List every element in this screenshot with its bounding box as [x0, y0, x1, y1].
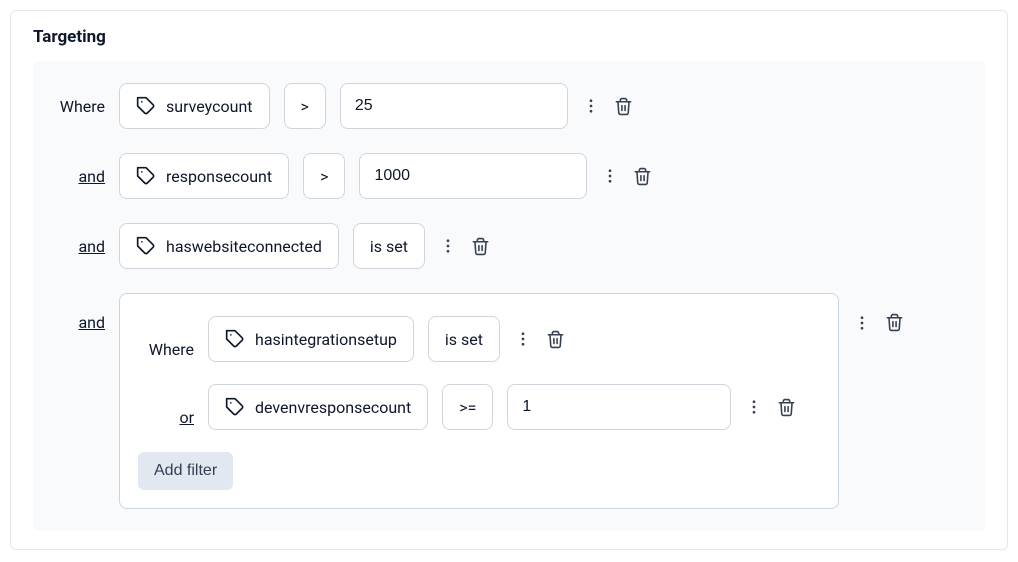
tag-icon: [136, 236, 156, 256]
filter-row: and haswebsiteconnected is set: [49, 223, 969, 269]
operator-select[interactable]: >=: [442, 384, 493, 430]
operator-select[interactable]: >: [284, 83, 326, 129]
row-prefix-link[interactable]: and: [49, 293, 105, 332]
tag-icon: [225, 329, 245, 349]
tag-label: devenvresponsecount: [255, 398, 411, 417]
tag-label: surveycount: [166, 97, 253, 116]
filter-row: or devenvresponsecount >=: [138, 384, 820, 430]
tag-label: haswebsiteconnected: [166, 237, 322, 256]
more-icon[interactable]: [745, 398, 763, 416]
more-icon[interactable]: [601, 167, 619, 185]
tag-select[interactable]: haswebsiteconnected: [119, 223, 339, 269]
more-icon[interactable]: [582, 97, 600, 115]
row-prefix-link[interactable]: or: [138, 388, 194, 427]
tag-select[interactable]: devenvresponsecount: [208, 384, 428, 430]
row-prefix: Where: [138, 320, 194, 359]
nested-filter-group: Where hasintegrationsetup is set or: [119, 293, 839, 509]
filter-row: Where hasintegrationsetup is set: [138, 316, 820, 362]
operator-select[interactable]: is set: [353, 223, 425, 269]
page-title: Targeting: [11, 27, 1007, 61]
tag-select[interactable]: surveycount: [119, 83, 270, 129]
operator-select[interactable]: is set: [428, 316, 500, 362]
more-icon[interactable]: [439, 237, 457, 255]
more-icon[interactable]: [514, 330, 532, 348]
row-prefix-link[interactable]: and: [49, 167, 105, 186]
row-prefix: Where: [49, 97, 105, 116]
tag-label: responsecount: [166, 167, 272, 186]
targeting-panel: Where surveycount > and responsecount >: [33, 61, 985, 531]
trash-icon[interactable]: [777, 398, 796, 417]
more-icon[interactable]: [853, 314, 871, 332]
tag-icon: [136, 166, 156, 186]
trash-icon[interactable]: [633, 167, 652, 186]
tag-label: hasintegrationsetup: [255, 330, 397, 349]
value-input[interactable]: [340, 83, 568, 129]
value-input[interactable]: [359, 153, 587, 199]
filter-row: and responsecount >: [49, 153, 969, 199]
tag-select[interactable]: hasintegrationsetup: [208, 316, 414, 362]
trash-icon[interactable]: [546, 330, 565, 349]
add-filter-button[interactable]: Add filter: [138, 452, 233, 490]
trash-icon[interactable]: [614, 97, 633, 116]
value-input[interactable]: [507, 384, 731, 430]
filter-row: Where surveycount >: [49, 83, 969, 129]
trash-icon[interactable]: [885, 313, 904, 332]
tag-select[interactable]: responsecount: [119, 153, 289, 199]
trash-icon[interactable]: [471, 237, 490, 256]
tag-icon: [136, 96, 156, 116]
tag-icon: [225, 397, 245, 417]
row-prefix-link[interactable]: and: [49, 237, 105, 256]
operator-select[interactable]: >: [303, 153, 345, 199]
